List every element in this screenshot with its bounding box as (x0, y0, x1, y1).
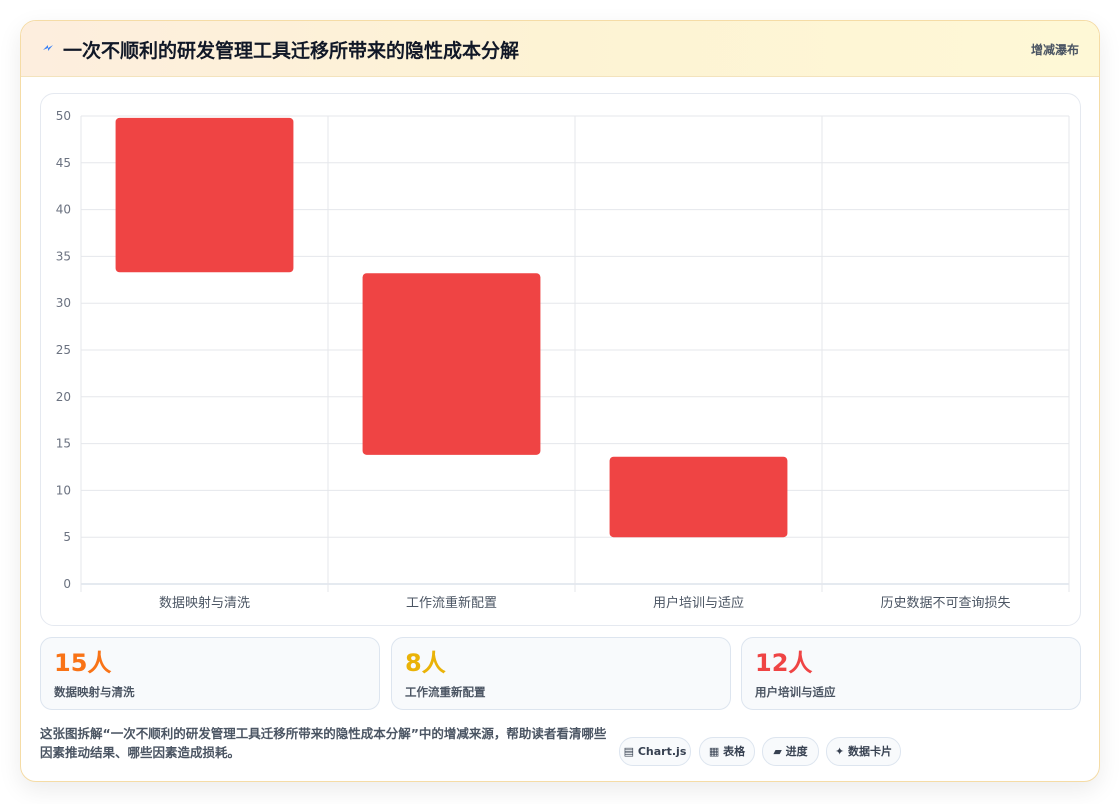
waterfall-bar (609, 456, 788, 538)
x-tick-label: 工作流重新配置 (406, 595, 497, 611)
y-tick-label: 10 (56, 483, 71, 497)
y-tick-label: 25 (56, 343, 71, 357)
table-icon: ▦ (708, 745, 720, 758)
sparkle-icon: ✦ (834, 745, 845, 758)
pill-progress[interactable]: ▰ 进度 (762, 737, 819, 766)
pill-data-card[interactable]: ✦ 数据卡片 (826, 737, 901, 766)
x-tick-label: 用户培训与适应 (653, 595, 744, 611)
waterfall-bar (362, 273, 541, 455)
stat-label: 数据映射与清洗 (54, 685, 135, 699)
progress-icon: ▰ (773, 745, 782, 758)
lightning-icon (43, 45, 53, 51)
y-tick-label: 45 (56, 156, 71, 170)
x-tick-label: 历史数据不可查询损失 (880, 596, 1010, 611)
y-tick-label: 0 (63, 577, 71, 591)
stat-card: 15人 数据映射与清洗 (40, 637, 380, 710)
y-tick-label: 30 (56, 296, 71, 310)
stat-value: 15人 (54, 649, 112, 677)
card-header: 一次不顺利的研发管理工具迁移所带来的隐性成本分解 增减瀑布 (21, 21, 1099, 77)
stat-label: 用户培训与适应 (755, 685, 836, 699)
pill-label: 表格 (723, 745, 746, 758)
chart-icon: ▤ (623, 745, 635, 758)
chart-card: 一次不顺利的研发管理工具迁移所带来的隐性成本分解 增减瀑布 0 5 10 15 20 25… (20, 20, 1100, 782)
chart-panel: 0 5 10 15 20 25 30 35 40 45 50 数据映射与清洗 工作流重新配置 用户培训与适… (40, 93, 1081, 626)
stat-value: 8人 (405, 649, 446, 677)
chart-type-tag: 增减瀑布 (1030, 43, 1079, 57)
pill-label: 数据卡片 (848, 745, 893, 758)
y-tick-label: 40 (56, 203, 71, 217)
pill-chartjs[interactable]: ▤ Chart.js (619, 737, 691, 766)
pill-label: 进度 (785, 745, 808, 758)
stat-value: 12人 (755, 649, 813, 677)
y-tick-label: 50 (56, 109, 71, 123)
page-title: 一次不顺利的研发管理工具迁移所带来的隐性成本分解 (63, 40, 520, 62)
stat-label: 工作流重新配置 (405, 685, 486, 699)
waterfall-chart: 0 5 10 15 20 25 30 35 40 45 50 数据映射与清洗 工作流重新配置 用户培训与适… (56, 109, 1070, 611)
pill-table[interactable]: ▦ 表格 (699, 737, 755, 766)
y-tick-label: 15 (56, 437, 71, 451)
x-tick-label: 数据映射与清洗 (159, 595, 250, 611)
chart-description: 这张图拆解“一次不顺利的研发管理工具迁移所带来的隐性成本分解”中的增减来源，帮助… (40, 726, 607, 760)
pill-label: Chart.js (637, 745, 687, 758)
stat-cards: 15人 数据映射与清洗 8人 工作流重新配置 12人 用户培训与适应 (40, 637, 1081, 710)
y-tick-label: 5 (63, 530, 71, 544)
waterfall-bar (115, 117, 294, 273)
stat-card: 8人 工作流重新配置 (391, 637, 731, 710)
y-tick-label: 20 (56, 390, 71, 404)
y-tick-label: 35 (56, 249, 71, 263)
stat-card: 12人 用户培训与适应 (741, 637, 1081, 710)
